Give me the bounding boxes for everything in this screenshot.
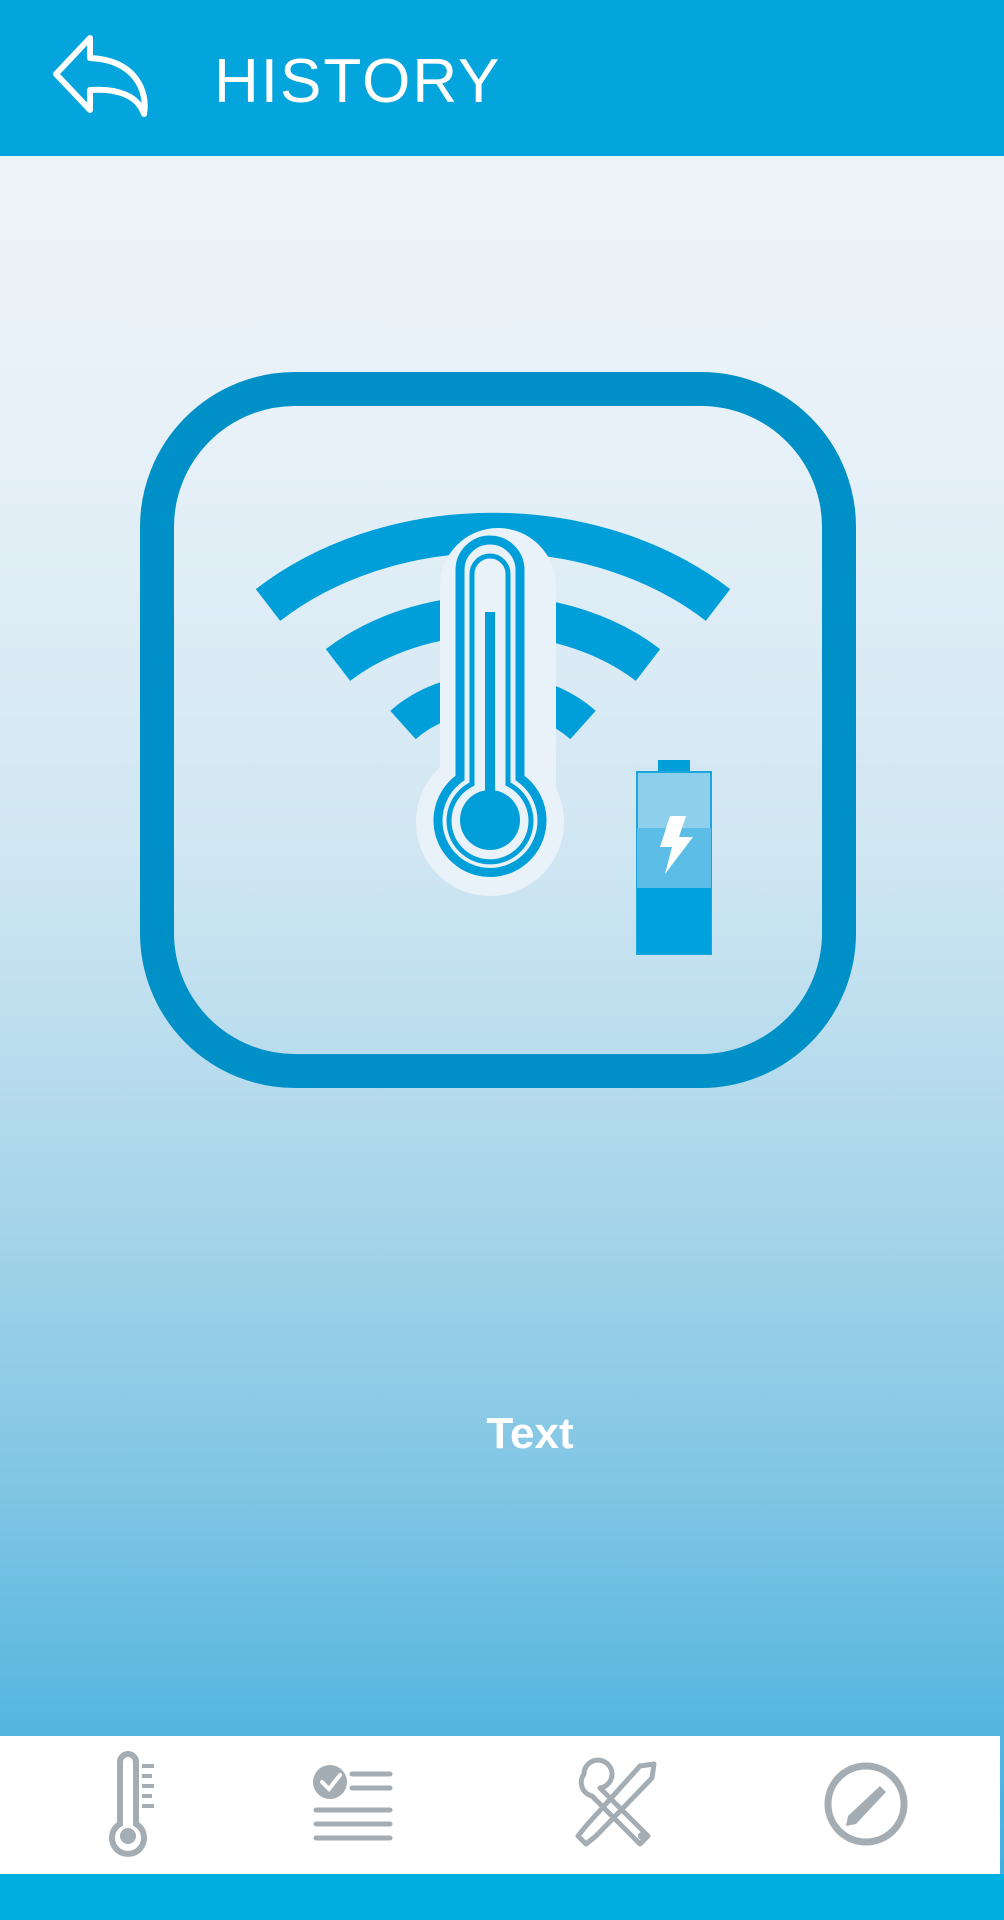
bottom-nav-bar xyxy=(0,1736,1000,1874)
history-screen: HISTORY Text xyxy=(0,0,1004,1920)
back-arrow-icon xyxy=(53,35,148,117)
nav-checklist[interactable] xyxy=(294,1744,414,1864)
back-button[interactable] xyxy=(48,30,158,126)
nav-tools[interactable] xyxy=(556,1744,676,1864)
nav-compass[interactable] xyxy=(806,1744,926,1864)
bottom-strip xyxy=(0,1874,1004,1920)
header-bar: HISTORY xyxy=(0,0,1004,156)
tools-icon xyxy=(575,1757,657,1847)
page-title: HISTORY xyxy=(214,47,502,116)
text-label: Text xyxy=(486,1409,574,1458)
thermometer-icon xyxy=(109,1751,154,1857)
app-logo xyxy=(138,370,858,1090)
nav-thermometer[interactable] xyxy=(68,1744,188,1864)
wifi-thermometer-battery-icon xyxy=(140,372,856,1088)
compass-icon xyxy=(824,1762,908,1846)
checklist-icon xyxy=(313,1765,393,1841)
